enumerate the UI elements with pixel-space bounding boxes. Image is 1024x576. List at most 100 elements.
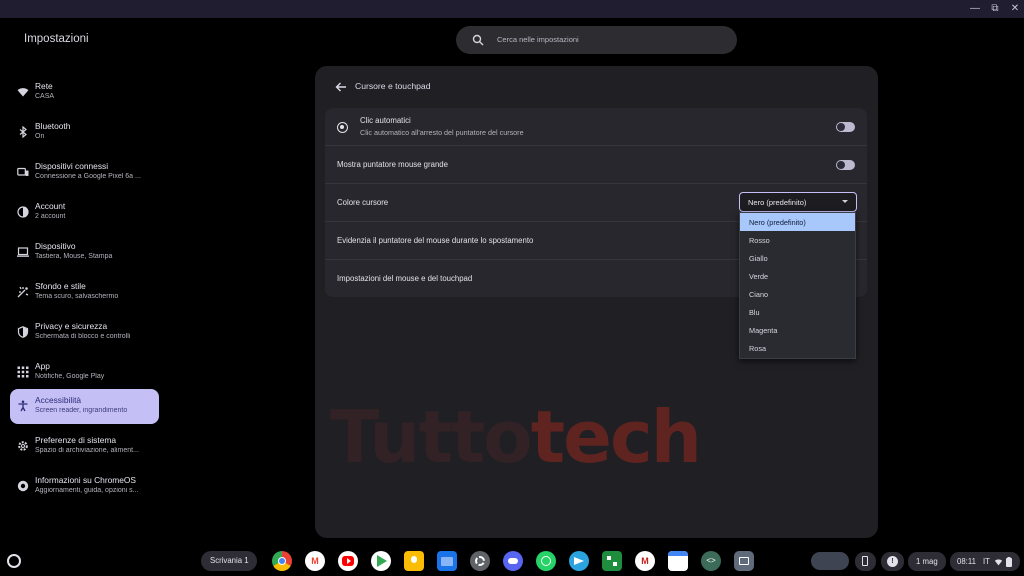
chrome-app-icon[interactable]	[272, 551, 292, 571]
cursor-color-option[interactable]: Giallo	[740, 249, 855, 267]
bluetooth-icon	[19, 126, 27, 138]
keep-app-icon[interactable]	[404, 551, 424, 571]
sidebar-item-title: Sfondo e stile	[35, 281, 86, 291]
wifi-icon	[17, 88, 29, 97]
sidebar-item-privacy-e-sicurezza[interactable]: Privacy e sicurezza Schermata di blocco …	[10, 315, 159, 350]
sidebar-item-subtitle: Notifiche, Google Play	[35, 373, 105, 380]
desk-button[interactable]: Scrivania 1	[201, 551, 257, 571]
play-store-app-icon[interactable]	[371, 551, 391, 571]
gmail-app-icon[interactable]: M	[305, 551, 325, 571]
whatsapp-app-icon[interactable]	[536, 551, 556, 571]
minimize-icon[interactable]: —	[968, 3, 982, 15]
cursor-color-dropdown: Nero (predefinito) Rosso Giallo Verde Ci…	[739, 212, 856, 359]
cursor-color-option[interactable]: Rosso	[740, 231, 855, 249]
autoclick-toggle[interactable]	[836, 122, 855, 132]
sidebar-item-title: Account	[35, 201, 66, 211]
settings-app-icon[interactable]	[470, 551, 490, 571]
wifi-status-icon	[994, 559, 1003, 566]
time-label: 08:11	[957, 557, 976, 566]
sidebar-item-preferenze-di-sistema[interactable]: Preferenze di sistema Spazio di archivia…	[10, 429, 159, 464]
dropdown-arrow-icon	[842, 200, 848, 203]
palette-icon	[17, 286, 29, 298]
laptop-icon	[17, 247, 29, 257]
apps-grid-icon	[17, 366, 29, 378]
cursor-color-option[interactable]: Verde	[740, 267, 855, 285]
search-input[interactable]: Cerca nelle impostazioni	[456, 26, 737, 54]
close-icon[interactable]: ✕	[1008, 3, 1022, 15]
sidebar-item-subtitle: On	[35, 133, 45, 140]
row-large-pointer[interactable]: Mostra puntatore mouse grande	[325, 146, 867, 184]
cursor-color-option[interactable]: Blu	[740, 303, 855, 321]
sidebar-item-dispositivo[interactable]: Dispositivo Tastiera, Mouse, Stampa	[10, 235, 159, 270]
app-store-app-icon[interactable]	[734, 551, 754, 571]
large-pointer-label: Mostra puntatore mouse grande	[337, 160, 448, 169]
sidebar-item-title: Rete	[35, 81, 53, 91]
discord-app-icon[interactable]	[503, 551, 523, 571]
sidebar-item-accessibilita[interactable]: Accessibilità Screen reader, ingrandimen…	[10, 389, 159, 424]
sidebar-item-subtitle: 2 account	[35, 213, 66, 220]
highlight-pointer-label: Evidenzia il puntatore del mouse durante…	[337, 236, 534, 245]
window-titlebar: — ⧉ ✕	[0, 0, 1024, 18]
app-title: Impostazioni	[24, 33, 89, 45]
sidebar-item-dispositivi-connessi[interactable]: Dispositivi connessi Connessione a Googl…	[10, 155, 159, 190]
watermark-part2: tech	[530, 395, 702, 479]
sidebar-item-subtitle: Tastiera, Mouse, Stampa	[35, 253, 113, 260]
cursor-color-option[interactable]: Magenta	[740, 321, 855, 339]
autoclick-subtitle: Clic automatico all'arresto del puntator…	[360, 128, 524, 137]
autoclick-radio-icon	[337, 122, 348, 133]
notifications-button[interactable]: !	[881, 552, 904, 571]
crosh-terminal-app-icon[interactable]: <>	[701, 551, 721, 571]
sidebar-item-informazioni-su-chromeos[interactable]: Informazioni su ChromeOS Aggiornamenti, …	[10, 469, 159, 504]
account-icon	[17, 206, 29, 218]
sidebar-item-subtitle: Aggiornamenti, guida, opzioni s...	[35, 487, 139, 494]
cursor-color-selected-value: Nero (predefinito)	[748, 198, 807, 207]
phone-hub-button[interactable]	[855, 552, 876, 571]
phone-link-icon	[17, 167, 29, 176]
search-icon	[472, 34, 484, 46]
sidebar-item-subtitle: Screen reader, ingrandimento	[35, 407, 128, 414]
sidebar-item-subtitle: Spazio di archiviazione, aliment...	[35, 447, 139, 454]
mouse-settings-link[interactable]: Impostazioni del mouse e del touchpad	[337, 274, 472, 283]
cursor-color-label: Colore cursore	[337, 198, 389, 207]
chromeos-icon	[17, 480, 29, 492]
gear-icon	[18, 441, 28, 451]
cursor-color-select[interactable]: Nero (predefinito)	[739, 192, 857, 212]
cursor-color-option[interactable]: Rosa	[740, 339, 855, 357]
battery-icon	[1006, 557, 1012, 567]
large-pointer-toggle[interactable]	[836, 160, 855, 170]
sidebar-item-rete[interactable]: Rete CASA	[10, 75, 159, 110]
cursor-color-option[interactable]: Ciano	[740, 285, 855, 303]
sidebar-item-app[interactable]: App Notifiche, Google Play	[10, 355, 159, 390]
maximize-icon[interactable]: ⧉	[988, 3, 1002, 15]
sidebar-item-sfondo-e-stile[interactable]: Sfondo e stile Tema scuro, salvaschermo	[10, 275, 159, 310]
shield-icon	[17, 326, 29, 338]
calendar-app-icon[interactable]	[668, 551, 688, 571]
sidebar-item-bluetooth[interactable]: Bluetooth On	[10, 115, 159, 150]
gmail-secondary-app-icon[interactable]: M	[635, 551, 655, 571]
sidebar-item-title: Informazioni su ChromeOS	[35, 475, 137, 485]
sidebar-item-title: Preferenze di sistema	[35, 435, 116, 445]
sidebar-item-title: App	[35, 361, 50, 371]
status-tray[interactable]: 08:11 IT	[950, 552, 1020, 571]
youtube-app-icon[interactable]	[338, 551, 358, 571]
back-arrow-icon[interactable]	[335, 81, 347, 93]
files-app-icon[interactable]	[437, 551, 457, 571]
date-button[interactable]: 1 mag	[908, 552, 946, 571]
green-app-icon[interactable]	[602, 551, 622, 571]
cursor-color-option[interactable]: Nero (predefinito)	[740, 213, 855, 231]
launcher-icon[interactable]	[7, 554, 21, 568]
row-autoclick[interactable]: Clic automatici Clic automatico all'arre…	[325, 108, 867, 146]
date-label: 1 mag	[916, 557, 938, 566]
screen-thumbnail[interactable]	[811, 552, 849, 570]
search-placeholder: Cerca nelle impostazioni	[497, 35, 579, 44]
sidebar-item-title: Dispositivo	[35, 241, 76, 251]
sidebar-item-subtitle: CASA	[35, 93, 55, 100]
locale-label: IT	[983, 557, 990, 566]
telegram-app-icon[interactable]	[569, 551, 589, 571]
autoclick-title: Clic automatici	[360, 116, 411, 125]
sidebar-item-title: Dispositivi connessi	[35, 161, 109, 171]
sidebar-item-subtitle: Connessione a Google Pixel 6a ...	[35, 173, 141, 180]
desk-label: Scrivania 1	[210, 556, 249, 565]
watermark-part1: Tutto	[330, 395, 533, 479]
sidebar-item-account[interactable]: Account 2 account	[10, 195, 159, 230]
